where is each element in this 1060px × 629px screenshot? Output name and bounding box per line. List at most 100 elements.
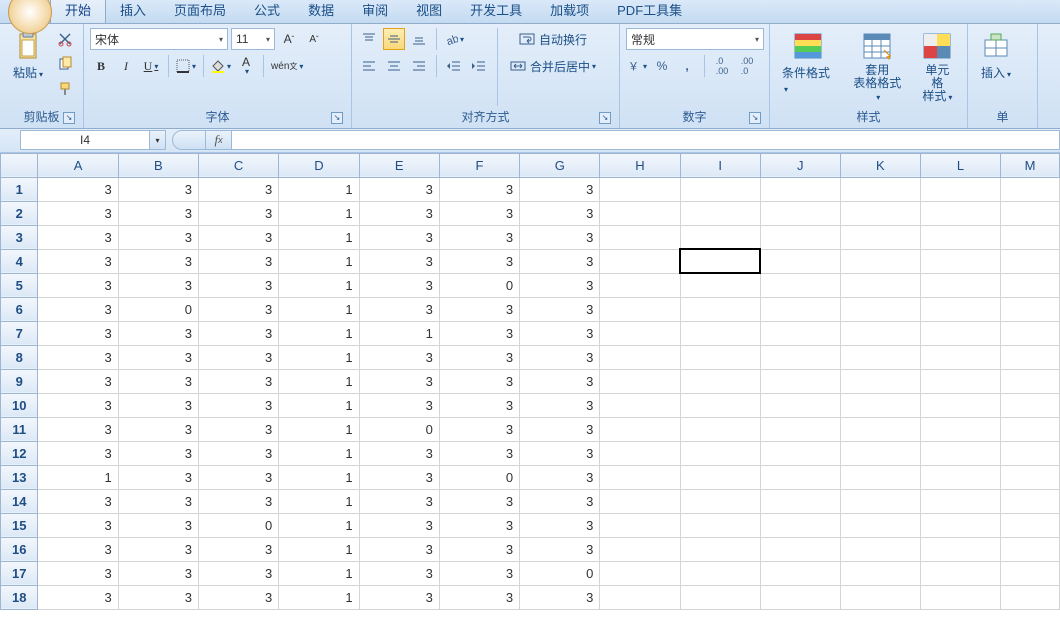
cell-C9[interactable]: 3 xyxy=(198,369,278,393)
cell-C10[interactable]: 3 xyxy=(198,393,278,417)
row-header-15[interactable]: 15 xyxy=(1,513,38,537)
fx-button[interactable]: fx xyxy=(206,130,232,150)
row-header-9[interactable]: 9 xyxy=(1,369,38,393)
cell-L15[interactable] xyxy=(920,513,1000,537)
cell-F14[interactable]: 3 xyxy=(439,489,519,513)
cell-L13[interactable] xyxy=(920,465,1000,489)
col-header-I[interactable]: I xyxy=(680,153,760,177)
cell-C18[interactable]: 3 xyxy=(198,585,278,609)
italic-button[interactable]: I xyxy=(115,55,137,77)
cell-H4[interactable] xyxy=(600,249,680,273)
percent-format[interactable]: % xyxy=(651,55,673,77)
cell-C16[interactable]: 3 xyxy=(198,537,278,561)
cell-F1[interactable]: 3 xyxy=(439,177,519,201)
cell-G1[interactable]: 3 xyxy=(520,177,600,201)
cell-D14[interactable]: 1 xyxy=(279,489,359,513)
increase-decimal[interactable]: .0.00 xyxy=(711,55,733,77)
cell-H11[interactable] xyxy=(600,417,680,441)
cell-E4[interactable]: 3 xyxy=(359,249,439,273)
cell-M12[interactable] xyxy=(1001,441,1060,465)
cell-C13[interactable]: 3 xyxy=(198,465,278,489)
cell-J2[interactable] xyxy=(760,201,840,225)
cell-H12[interactable] xyxy=(600,441,680,465)
tab-开发工具[interactable]: 开发工具 xyxy=(456,0,536,23)
cell-K18[interactable] xyxy=(840,585,920,609)
formula-tab[interactable] xyxy=(172,130,206,150)
row-header-6[interactable]: 6 xyxy=(1,297,38,321)
cell-I10[interactable] xyxy=(680,393,760,417)
cell-M17[interactable] xyxy=(1001,561,1060,585)
cell-B18[interactable]: 3 xyxy=(118,585,198,609)
cell-B7[interactable]: 3 xyxy=(118,321,198,345)
row-header-18[interactable]: 18 xyxy=(1,585,38,609)
cell-J15[interactable] xyxy=(760,513,840,537)
cell-C3[interactable]: 3 xyxy=(198,225,278,249)
cell-F15[interactable]: 3 xyxy=(439,513,519,537)
conditional-format-button[interactable]: 条件格式▾ xyxy=(776,28,841,97)
name-box[interactable]: I4 xyxy=(20,130,150,150)
cell-I8[interactable] xyxy=(680,345,760,369)
cell-M1[interactable] xyxy=(1001,177,1060,201)
fill-color-button[interactable] xyxy=(210,55,232,77)
cell-F9[interactable]: 3 xyxy=(439,369,519,393)
copy-button[interactable] xyxy=(54,53,76,75)
cell-H13[interactable] xyxy=(600,465,680,489)
cell-I18[interactable] xyxy=(680,585,760,609)
cell-M10[interactable] xyxy=(1001,393,1060,417)
cell-K5[interactable] xyxy=(840,273,920,297)
cell-M8[interactable] xyxy=(1001,345,1060,369)
cell-F11[interactable]: 3 xyxy=(439,417,519,441)
cell-E5[interactable]: 3 xyxy=(359,273,439,297)
cell-B6[interactable]: 0 xyxy=(118,297,198,321)
cell-L6[interactable] xyxy=(920,297,1000,321)
orientation-button[interactable]: ab xyxy=(443,28,465,50)
cell-E15[interactable]: 3 xyxy=(359,513,439,537)
cell-B16[interactable]: 3 xyxy=(118,537,198,561)
cell-K2[interactable] xyxy=(840,201,920,225)
cell-G6[interactable]: 3 xyxy=(520,297,600,321)
cell-K14[interactable] xyxy=(840,489,920,513)
cell-M18[interactable] xyxy=(1001,585,1060,609)
cell-G7[interactable]: 3 xyxy=(520,321,600,345)
cell-B9[interactable]: 3 xyxy=(118,369,198,393)
cell-L16[interactable] xyxy=(920,537,1000,561)
paste-button[interactable]: 粘贴▾ xyxy=(6,28,50,83)
cell-K3[interactable] xyxy=(840,225,920,249)
cell-E10[interactable]: 3 xyxy=(359,393,439,417)
number-launcher[interactable]: ↘ xyxy=(749,112,761,124)
cell-D7[interactable]: 1 xyxy=(279,321,359,345)
cell-G14[interactable]: 3 xyxy=(520,489,600,513)
tab-页面布局[interactable]: 页面布局 xyxy=(160,0,240,23)
cell-B14[interactable]: 3 xyxy=(118,489,198,513)
cell-K1[interactable] xyxy=(840,177,920,201)
cell-J17[interactable] xyxy=(760,561,840,585)
font-name-select[interactable]: 宋体▾ xyxy=(90,28,228,50)
row-header-16[interactable]: 16 xyxy=(1,537,38,561)
cell-K17[interactable] xyxy=(840,561,920,585)
col-header-L[interactable]: L xyxy=(920,153,1000,177)
row-header-2[interactable]: 2 xyxy=(1,201,38,225)
format-painter-button[interactable] xyxy=(54,78,76,100)
cell-A7[interactable]: 3 xyxy=(38,321,118,345)
cell-K7[interactable] xyxy=(840,321,920,345)
cell-M11[interactable] xyxy=(1001,417,1060,441)
cell-F10[interactable]: 3 xyxy=(439,393,519,417)
cell-J1[interactable] xyxy=(760,177,840,201)
cell-G15[interactable]: 3 xyxy=(520,513,600,537)
underline-button[interactable]: U xyxy=(140,55,162,77)
cell-C11[interactable]: 3 xyxy=(198,417,278,441)
cell-F4[interactable]: 3 xyxy=(439,249,519,273)
cell-F7[interactable]: 3 xyxy=(439,321,519,345)
cell-C6[interactable]: 3 xyxy=(198,297,278,321)
align-launcher[interactable]: ↘ xyxy=(599,112,611,124)
cell-H3[interactable] xyxy=(600,225,680,249)
cell-I3[interactable] xyxy=(680,225,760,249)
col-header-J[interactable]: J xyxy=(760,153,840,177)
cell-E1[interactable]: 3 xyxy=(359,177,439,201)
accounting-format[interactable]: ￥ xyxy=(626,55,648,77)
cell-F5[interactable]: 0 xyxy=(439,273,519,297)
cut-button[interactable] xyxy=(54,28,76,50)
cell-D1[interactable]: 1 xyxy=(279,177,359,201)
row-header-10[interactable]: 10 xyxy=(1,393,38,417)
cell-B2[interactable]: 3 xyxy=(118,201,198,225)
